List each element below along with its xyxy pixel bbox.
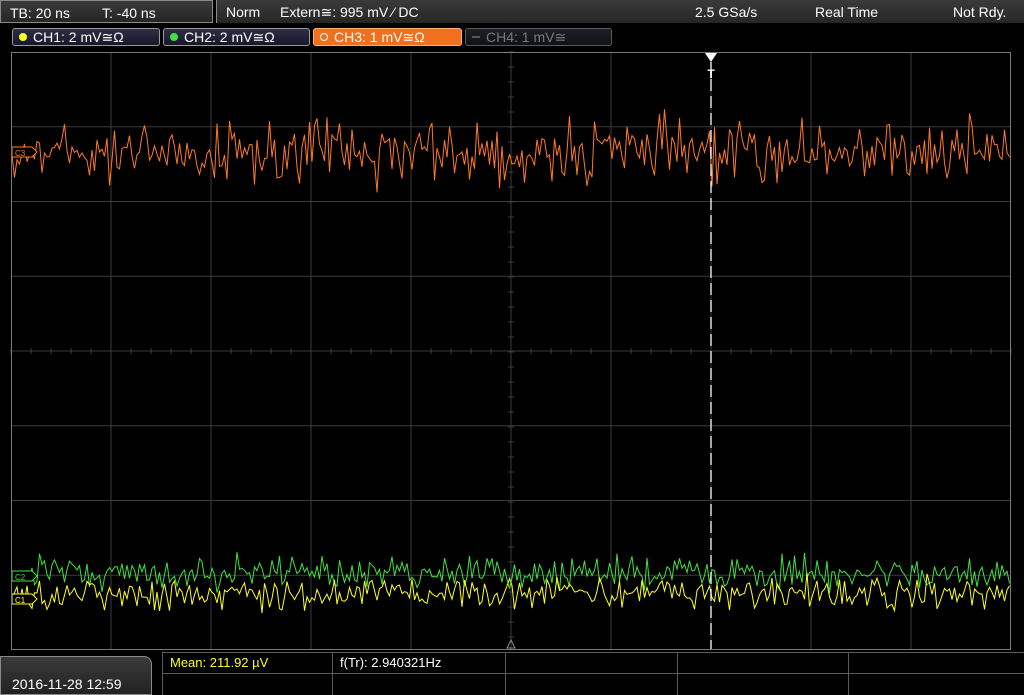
measurement-grid-mid (162, 673, 1024, 674)
measurement-grid-divider (677, 652, 678, 695)
measurement-grid-divider (848, 652, 849, 695)
frequency-measurement[interactable]: f(Tr): 2.940321Hz (340, 655, 441, 670)
datetime-text: 2016-11-28 12:59 (12, 676, 122, 692)
measurement-grid-divider (162, 652, 163, 695)
measurement-grid-divider (505, 652, 506, 695)
graticule-frame (11, 52, 1011, 650)
measurement-grid-top (162, 652, 1024, 653)
mean-measurement[interactable]: Mean: 211.92 µV (170, 655, 268, 670)
measurement-grid-divider (332, 652, 333, 695)
